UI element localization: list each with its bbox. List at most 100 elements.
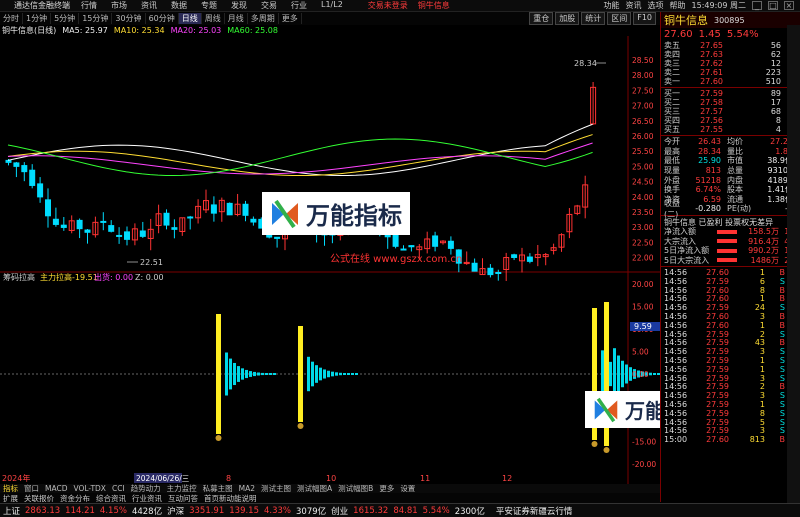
- bid-row[interactable]: 买二 27.58 17: [661, 98, 800, 107]
- menu-item-data[interactable]: 数据: [164, 0, 194, 11]
- decay-bar: [625, 364, 628, 384]
- candle-body: [84, 229, 91, 233]
- candle-body: [187, 216, 194, 219]
- decay-bar: [315, 365, 318, 383]
- tick-price: 27.59: [706, 356, 729, 365]
- period-tab-monthly[interactable]: 月线: [225, 13, 248, 24]
- axis-date: 2024/06/26/三: [136, 474, 189, 483]
- period-tab-weekly[interactable]: 周线: [202, 13, 225, 24]
- candle-body: [21, 165, 28, 173]
- right-sidebar[interactable]: [787, 25, 800, 503]
- indicator-name: 主力拉高: [40, 272, 72, 282]
- tick-volume: 6: [759, 276, 765, 286]
- extension-tab[interactable]: 扩展: [0, 493, 21, 504]
- tool-f10[interactable]: F10: [633, 12, 656, 25]
- bid-row[interactable]: 买五 27.55 4: [661, 125, 800, 134]
- period-tab-1min[interactable]: 1分钟: [23, 13, 52, 24]
- tick-price: 27.60: [706, 320, 729, 330]
- indicator-z: Z: 0.00: [135, 273, 164, 282]
- bid-row[interactable]: 买三 27.57 68: [661, 107, 800, 116]
- minimize-button[interactable]: _: [752, 1, 762, 10]
- cy-value: 1615.32: [353, 505, 389, 516]
- price-tick: 28.50: [632, 56, 654, 65]
- extension-tab[interactable]: 综合资讯: [93, 493, 129, 504]
- extension-tab[interactable]: 关联报价: [21, 493, 57, 504]
- sz-name[interactable]: 沪深: [167, 505, 184, 517]
- tool-heavy[interactable]: 重仓: [529, 12, 554, 25]
- menu-options[interactable]: 选项: [648, 0, 664, 11]
- price-tick: 25.50: [632, 147, 654, 156]
- menu-item-trade[interactable]: 交易: [254, 0, 284, 11]
- current-stock-label: 铜牛信息: [417, 1, 450, 10]
- maximize-button[interactable]: □: [768, 1, 778, 10]
- tick-side: S: [779, 391, 785, 401]
- axis-mark-8: 8: [226, 474, 231, 483]
- cy-name[interactable]: 创业: [331, 505, 348, 517]
- sh-amount: 4428亿: [131, 506, 163, 517]
- tick-price: 27.60: [706, 294, 729, 304]
- tool-add-stock[interactable]: 加股: [555, 12, 580, 25]
- extension-tab[interactable]: 资金分布: [57, 493, 93, 504]
- decay-bar: [335, 372, 338, 376]
- sh-name[interactable]: 上证: [3, 505, 20, 517]
- candle-body: [432, 235, 439, 247]
- candle-body: [163, 212, 170, 226]
- candle-body: [495, 271, 502, 274]
- stat-value: -0.280: [695, 204, 721, 214]
- menu-item-topics[interactable]: 专题: [194, 0, 224, 11]
- menu-item-industry[interactable]: 行业: [284, 0, 314, 11]
- tick-price: 27.59: [706, 426, 729, 436]
- extension-tab[interactable]: 互动问答: [165, 493, 201, 504]
- broker-name: 平安证券新疆云行情: [495, 506, 573, 517]
- menu-item-news[interactable]: 资讯: [134, 0, 164, 11]
- menu-item-market[interactable]: 市场: [104, 0, 134, 11]
- period-tab-daily[interactable]: 日线: [178, 13, 202, 24]
- tool-range[interactable]: 区间: [607, 12, 632, 25]
- menu-func[interactable]: 功能: [604, 0, 620, 11]
- period-tab-fenshi[interactable]: 分时: [0, 13, 23, 24]
- decay-bar: [331, 371, 334, 377]
- tick-price: 27.59: [706, 391, 729, 401]
- menu-help[interactable]: 帮助: [670, 0, 686, 11]
- ask-row[interactable]: 卖二 27.61 223: [661, 68, 800, 77]
- ask-row[interactable]: 卖一 27.60 510: [661, 77, 800, 86]
- extension-tab[interactable]: 行业资讯: [129, 493, 165, 504]
- indicator-mark: 9.59: [634, 322, 652, 331]
- tool-stats[interactable]: 统计: [581, 12, 606, 25]
- indicator-chuhuo: 出货: 0.00: [94, 272, 133, 282]
- tick-list: 14:56 27.60 1 B 14:56 27.59 6 S 14:56 27.60 8 B 14:5…: [661, 268, 800, 444]
- period-tab-multi[interactable]: 多周期: [248, 13, 279, 24]
- bid-volume: 68: [770, 107, 781, 116]
- period-tab-more[interactable]: 更多: [279, 13, 302, 24]
- menu-item-l1l2[interactable]: L1/L2: [314, 0, 350, 11]
- candle-body: [13, 162, 20, 167]
- tick-side: B: [779, 435, 786, 445]
- bid-row[interactable]: 买四 27.56 8: [661, 116, 800, 125]
- ask-row[interactable]: 卖五 27.65 56: [661, 41, 800, 50]
- period-tab-5min[interactable]: 5分钟: [51, 13, 80, 24]
- stat-value: 813: [705, 166, 721, 176]
- signal-bar: [216, 314, 221, 434]
- candle-body: [139, 230, 146, 237]
- ask-volume: 510: [765, 77, 781, 86]
- quote-panel: 铜牛信息 300895 27.60 1.45 5.54% 卖五 27.65 56 卖四…: [660, 12, 800, 502]
- tick-row: 14:56 27.59 1 S: [661, 356, 800, 365]
- menu-item-discover[interactable]: 发现: [224, 0, 254, 11]
- ask-row[interactable]: 卖三 27.62 12: [661, 59, 800, 68]
- bid-row[interactable]: 买一 27.59 89: [661, 89, 800, 98]
- tick-volume: 3: [759, 391, 765, 401]
- close-button[interactable]: ×: [784, 1, 794, 10]
- period-tab-15min[interactable]: 15分钟: [79, 13, 113, 24]
- signal-marker: [215, 435, 222, 441]
- menu-item-quotes[interactable]: 行情: [74, 0, 104, 11]
- tick-side: S: [779, 373, 785, 383]
- tick-volume: 2: [759, 382, 765, 392]
- period-tab-30min[interactable]: 30分钟: [112, 13, 146, 24]
- ask-row[interactable]: 卖四 27.63 62: [661, 50, 800, 59]
- extension-tab[interactable]: 首页新动能说明: [201, 493, 260, 504]
- tick-price: 27.59: [706, 408, 729, 418]
- period-tab-60min[interactable]: 60分钟: [146, 13, 179, 24]
- trade-login-status[interactable]: 交易未登录: [368, 0, 408, 11]
- menu-info[interactable]: 资讯: [626, 0, 642, 11]
- tick-row: 14:56 27.59 24 S: [661, 303, 800, 312]
